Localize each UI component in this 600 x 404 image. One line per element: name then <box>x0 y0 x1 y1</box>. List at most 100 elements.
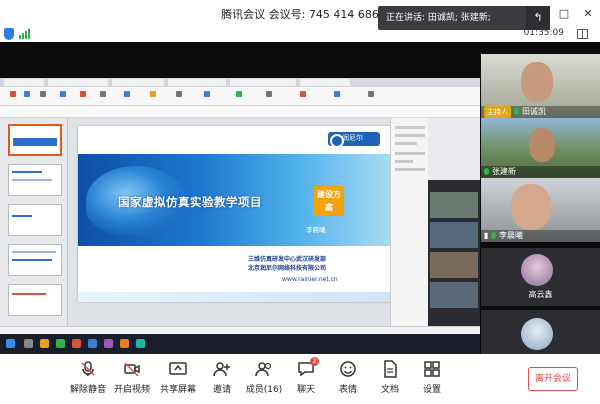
ppt-status-bar <box>0 326 480 334</box>
panel-header <box>428 180 480 190</box>
video-tile-host[interactable]: 主持人 田诚凯 <box>481 54 600 118</box>
members-button[interactable]: 成员(16) <box>244 360 284 395</box>
ribbon-icon[interactable] <box>150 91 156 97</box>
slide-thumbnail[interactable] <box>8 164 62 196</box>
taskbar-icon[interactable] <box>104 339 113 348</box>
ribbon-icon[interactable] <box>176 91 182 97</box>
video-column: 主持人 田诚凯 张建新 ▮ 李晨曦 高云鑫 <box>481 54 600 354</box>
ribbon-icon[interactable] <box>124 91 130 97</box>
start-video-button[interactable]: 开启视频 <box>112 360 152 395</box>
slide-org-line2: 北京润尼尔网络科技有限公司 <box>248 265 327 272</box>
participant-name: 田诚凯 <box>522 107 546 116</box>
current-slide[interactable]: 润尼尔 国家虚拟仿真实验教学项目 建设方案 李晨曦 三维仿真研发中心武汉研发部 … <box>78 126 390 302</box>
layout-grid-icon[interactable] <box>577 29 588 39</box>
toolbar-label: 共享屏幕 <box>159 385 196 395</box>
docs-button[interactable]: 文档 <box>370 360 410 395</box>
participant-name: 张建新 <box>492 167 516 176</box>
ribbon-icon[interactable] <box>266 91 272 97</box>
host-badge: 主持人 <box>484 106 511 118</box>
ppt-ribbon <box>0 87 480 106</box>
toolbar-label: 邀请 <box>212 385 231 395</box>
meeting-timer: 01:35:09 <box>523 28 564 38</box>
tab[interactable] <box>112 79 164 86</box>
toolbar-label: 设置 <box>422 385 441 395</box>
slide-footer-stripe <box>78 292 390 302</box>
participant-face <box>529 128 555 162</box>
chat-button[interactable]: 2 聊天 <box>286 357 326 395</box>
video-tile[interactable]: 张建新 <box>481 118 600 178</box>
ribbon-icon[interactable] <box>60 91 66 97</box>
meeting-window: 腾讯会议 会议号: 745 414 686 — □ ✕ 正在讲话: 田诚凯; 张… <box>0 0 600 404</box>
speaking-text: 正在讲话: 田诚凯; 张建新; <box>386 13 491 23</box>
taskbar-icon[interactable] <box>136 339 145 348</box>
mini-video-tile[interactable] <box>430 252 478 278</box>
avatar-tile[interactable]: 高云鑫 <box>481 248 600 306</box>
toolbar-label: 开启视频 <box>113 385 150 395</box>
slide-tag: 建设方案 <box>314 186 344 216</box>
members-icon <box>255 360 273 378</box>
ribbon-icon[interactable] <box>80 91 86 97</box>
maximize-button[interactable]: □ <box>552 0 576 26</box>
ribbon-icon[interactable] <box>100 91 106 97</box>
ribbon-icon[interactable] <box>24 91 30 97</box>
avatar-tile[interactable] <box>481 310 600 354</box>
leave-meeting-button[interactable]: 离开会议 <box>528 367 578 391</box>
share-screen-button[interactable]: 共享屏幕 <box>158 360 198 395</box>
start-icon[interactable] <box>6 339 15 348</box>
participant-label: ▮ 李晨曦 <box>481 230 600 242</box>
slide-thumbnail[interactable] <box>8 204 62 236</box>
slide-thumbnail[interactable] <box>8 244 62 276</box>
tab[interactable] <box>230 79 296 86</box>
ribbon-icon[interactable] <box>40 91 46 97</box>
ppt-subribbon <box>0 106 480 118</box>
toolbar-label: 文档 <box>380 385 399 395</box>
close-button[interactable]: ✕ <box>576 0 600 26</box>
unmute-button[interactable]: 解除静音 <box>68 360 108 395</box>
tab[interactable] <box>300 79 350 86</box>
slide-canvas: 润尼尔 国家虚拟仿真实验教学项目 建设方案 李晨曦 三维仿真研发中心武汉研发部 … <box>68 118 398 326</box>
video-icon: ▮ <box>484 231 491 240</box>
meeting-toolbar: 解除静音 开启视频 共享屏幕 邀请 成员(16) 2 聊天 表情 文档 设置 离… <box>0 354 600 404</box>
taskbar-icon[interactable] <box>24 339 33 348</box>
tab[interactable] <box>4 79 44 86</box>
participant-face <box>521 62 553 102</box>
invite-button[interactable]: 邀请 <box>202 360 242 395</box>
avatar <box>521 318 553 350</box>
tab[interactable] <box>168 79 226 86</box>
mini-video-tile[interactable] <box>430 192 478 218</box>
muted-mic-icon <box>79 360 97 378</box>
toolbar-label: 成员(16) <box>245 385 283 395</box>
participant-face <box>511 184 551 230</box>
toolbar-label: 解除静音 <box>69 385 106 395</box>
add-person-icon <box>213 360 231 378</box>
slide-author: 李晨曦 <box>306 226 326 234</box>
security-shield-icon[interactable] <box>4 28 14 40</box>
signal-strength-icon[interactable] <box>19 29 30 39</box>
ribbon-icon[interactable] <box>204 91 210 97</box>
video-tile[interactable]: ▮ 李晨曦 <box>481 178 600 242</box>
taskbar-icon[interactable] <box>40 339 49 348</box>
ribbon-icon[interactable] <box>10 91 16 97</box>
taskbar-icon[interactable] <box>72 339 81 348</box>
mini-video-tile[interactable] <box>430 222 478 248</box>
taskbar-icon[interactable] <box>56 339 65 348</box>
ribbon-icon[interactable] <box>300 91 306 97</box>
taskbar-icon[interactable] <box>88 339 97 348</box>
tab[interactable] <box>48 79 108 86</box>
participant-name: 高云鑫 <box>528 290 553 299</box>
slide-org-line1: 三维仿真研发中心武汉研发部 <box>248 256 327 263</box>
mini-video-tile[interactable] <box>430 282 478 308</box>
ribbon-icon[interactable] <box>368 91 374 97</box>
toolbar-label: 聊天 <box>296 385 315 395</box>
taskbar-icon[interactable] <box>120 339 129 348</box>
slide-thumbnail[interactable] <box>8 124 62 156</box>
ribbon-icon[interactable] <box>236 91 242 97</box>
avatar <box>521 254 553 286</box>
settings-button[interactable]: 设置 <box>412 360 452 395</box>
ribbon-icon[interactable] <box>334 91 340 97</box>
document-icon <box>381 360 399 378</box>
reactions-button[interactable]: 表情 <box>328 360 368 395</box>
slide-thumbnail[interactable] <box>8 284 62 316</box>
browser-tab-bar <box>0 78 480 87</box>
shared-screen[interactable]: 润尼尔 国家虚拟仿真实验教学项目 建设方案 李晨曦 三维仿真研发中心武汉研发部 … <box>0 78 480 354</box>
